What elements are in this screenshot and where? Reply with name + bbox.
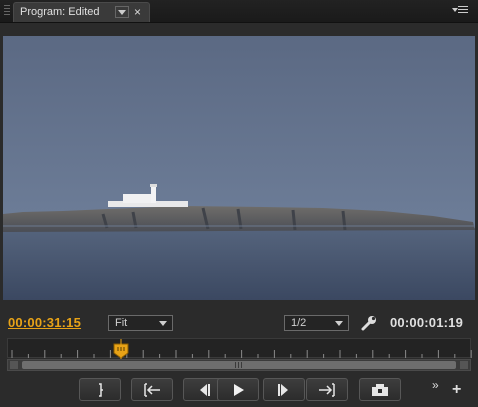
mark-out-button[interactable] bbox=[79, 378, 121, 401]
step-back-icon bbox=[200, 383, 210, 396]
resolution-value: 1/2 bbox=[291, 317, 307, 329]
go-to-out-icon bbox=[319, 382, 335, 397]
chevron-down-icon bbox=[159, 321, 167, 326]
zoom-level-select[interactable]: Fit bbox=[108, 315, 173, 331]
play-button[interactable] bbox=[217, 378, 259, 401]
go-to-out-button[interactable] bbox=[306, 378, 348, 401]
step-forward-button[interactable] bbox=[263, 378, 305, 401]
panel-tab-bar: Program: Edited × bbox=[0, 0, 478, 23]
scrollbar-left-handle[interactable] bbox=[10, 361, 18, 369]
chevron-down-icon bbox=[335, 321, 343, 326]
playhead-timecode[interactable]: 00:00:31:15 bbox=[8, 315, 81, 330]
button-overflow-icon[interactable]: » bbox=[432, 379, 439, 391]
tab-title: Program: Edited bbox=[20, 6, 100, 18]
scrollbar-right-handle[interactable] bbox=[460, 361, 468, 369]
close-tab-button[interactable]: × bbox=[134, 5, 141, 19]
video-frame-image bbox=[3, 36, 475, 300]
video-preview[interactable] bbox=[3, 36, 475, 300]
sequence-dropdown-button[interactable] bbox=[115, 6, 129, 18]
zoom-level-value: Fit bbox=[115, 317, 128, 329]
tab-program-monitor[interactable]: Program: Edited × bbox=[13, 2, 150, 22]
button-editor-add-button[interactable]: + bbox=[452, 382, 461, 398]
grip-icon bbox=[235, 362, 243, 368]
time-ruler[interactable] bbox=[7, 338, 472, 358]
transport-controls bbox=[0, 378, 478, 402]
playback-resolution-select[interactable]: 1/2 bbox=[284, 315, 349, 331]
step-forward-icon bbox=[278, 383, 288, 396]
chevron-down-icon bbox=[118, 9, 126, 15]
mark-out-icon bbox=[99, 382, 103, 397]
duration-timecode: 00:00:01:19 bbox=[390, 315, 464, 330]
camera-icon bbox=[372, 383, 388, 396]
scrollbar-thumb[interactable] bbox=[22, 361, 456, 369]
go-to-in-icon bbox=[144, 382, 160, 397]
zoom-scrollbar[interactable] bbox=[7, 359, 471, 371]
export-frame-button[interactable] bbox=[359, 378, 401, 401]
monitor-controls-row: 00:00:31:15 Fit 1/2 00:00:01:19 bbox=[0, 312, 478, 334]
wrench-icon[interactable] bbox=[360, 314, 378, 332]
hamburger-icon bbox=[458, 6, 468, 15]
panel-menu-button[interactable] bbox=[452, 5, 470, 17]
ruler-ticks bbox=[11, 350, 472, 358]
play-icon bbox=[234, 383, 244, 396]
playhead-marker[interactable] bbox=[109, 339, 133, 359]
go-to-in-button[interactable] bbox=[131, 378, 173, 401]
program-monitor-panel: Program: Edited × 00:00:31:15 Fit 1/2 00… bbox=[0, 0, 478, 407]
panel-grip-icon[interactable] bbox=[4, 5, 10, 17]
